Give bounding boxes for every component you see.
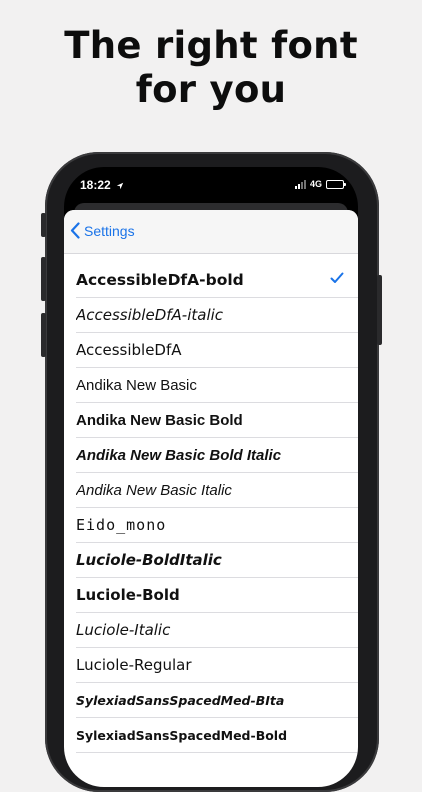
mute-switch <box>41 213 46 237</box>
notch <box>129 167 293 191</box>
font-row-andika-new-basic[interactable]: Andika New Basic <box>76 368 358 403</box>
font-row-label: Luciole-BoldItalic <box>76 551 222 569</box>
font-row-label: AccessibleDfA <box>76 341 182 359</box>
font-row-luciole-bolditalic[interactable]: Luciole-BoldItalic <box>76 543 358 578</box>
font-row-label: Andika New Basic Bold <box>76 411 243 429</box>
headline-line-1: The right font <box>64 24 358 67</box>
back-button[interactable]: Settings <box>70 222 135 239</box>
phone-screen: 18:22 4G Settings AccessibleDfA-bold Acc… <box>64 167 358 787</box>
font-row-label: Luciole-Italic <box>76 621 171 639</box>
font-row-andika-new-basic-bold[interactable]: Andika New Basic Bold <box>76 403 358 438</box>
signal-strength-icon <box>294 179 306 189</box>
font-row-label: Luciole-Regular <box>76 656 192 674</box>
font-row-luciole-regular[interactable]: Luciole-Regular <box>76 648 358 683</box>
font-row-label: Andika New Basic Italic <box>76 481 232 499</box>
font-row-label: SylexiadSansSpacedMed-BIta <box>76 692 285 708</box>
font-row-andika-new-basic-bold-italic[interactable]: Andika New Basic Bold Italic <box>76 438 358 473</box>
font-row-sylexiad-bold[interactable]: SylexiadSansSpacedMed-Bold <box>76 718 358 753</box>
font-row-luciole-italic[interactable]: Luciole-Italic <box>76 613 358 648</box>
headline: The right font for you <box>0 24 422 112</box>
battery-icon <box>326 179 346 189</box>
location-arrow-icon <box>116 182 124 190</box>
status-bar-indicators: 4G <box>294 179 346 189</box>
font-row-label: Eido_mono <box>76 516 167 534</box>
font-row-accessibledfa[interactable]: AccessibleDfA <box>76 333 358 368</box>
back-button-label: Settings <box>84 222 135 239</box>
font-row-eido-mono[interactable]: Eido_mono <box>76 508 358 543</box>
font-row-accessibledfa-italic[interactable]: AccessibleDfA-italic <box>76 298 358 333</box>
headline-line-2: for you <box>135 68 287 111</box>
font-row-label: Luciole-Bold <box>76 586 180 604</box>
volume-up-button <box>41 257 46 301</box>
network-type-label: 4G <box>309 179 322 189</box>
font-row-label: AccessibleDfA-italic <box>76 306 224 324</box>
font-row-accessibledfa-bold[interactable]: AccessibleDfA-bold <box>76 263 358 298</box>
font-row-label: SylexiadSansSpacedMed-Bold <box>76 727 288 743</box>
font-row-label: Andika New Basic <box>76 376 197 394</box>
navigation-bar: Settings <box>64 210 358 254</box>
font-list: AccessibleDfA-bold AccessibleDfA-italic … <box>64 263 358 753</box>
checkmark-icon <box>330 272 344 283</box>
font-row-sylexiad-bita[interactable]: SylexiadSansSpacedMed-BIta <box>76 683 358 718</box>
chevron-left-icon <box>70 222 80 239</box>
status-bar-time: 18:22 <box>80 178 124 192</box>
font-row-andika-new-basic-italic[interactable]: Andika New Basic Italic <box>76 473 358 508</box>
font-row-luciole-bold[interactable]: Luciole-Bold <box>76 578 358 613</box>
font-settings-sheet: Settings AccessibleDfA-bold AccessibleDf… <box>64 210 358 787</box>
power-button <box>377 275 382 345</box>
volume-down-button <box>41 313 46 357</box>
font-row-label: AccessibleDfA-bold <box>76 271 244 289</box>
font-row-label: Andika New Basic Bold Italic <box>76 446 282 464</box>
